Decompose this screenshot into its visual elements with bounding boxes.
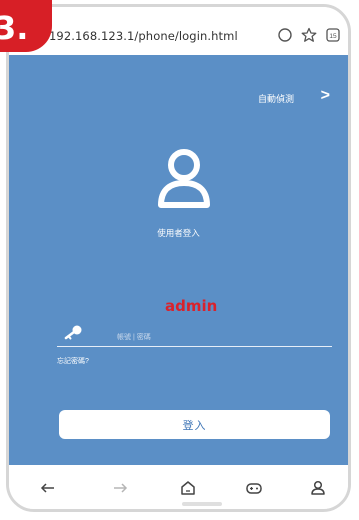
star-icon[interactable] — [301, 27, 317, 43]
gamepad-icon[interactable] — [245, 479, 263, 497]
password-underline — [57, 346, 332, 347]
auto-detect-label[interactable]: 自動偵測 — [258, 92, 294, 105]
browser-address-bar: 192.168.123.1/phone/login.html 15 — [9, 7, 348, 55]
url-text[interactable]: 192.168.123.1/phone/login.html — [49, 29, 238, 43]
user-icon — [158, 149, 210, 208]
forward-arrow-icon[interactable] — [111, 479, 129, 497]
key-icon — [64, 325, 82, 340]
login-title: 使用者登入 — [157, 228, 200, 238]
chevron-right-icon[interactable]: > — [321, 87, 330, 105]
admin-username-annotation: admin — [165, 297, 218, 315]
profile-icon[interactable] — [309, 479, 327, 497]
home-icon[interactable] — [179, 479, 197, 497]
tab-count: 15 — [329, 33, 337, 40]
phone-frame: 192.168.123.1/phone/login.html 15 自動偵測 >… — [6, 4, 351, 512]
forgot-password-link[interactable]: 忘記密碼? — [57, 356, 89, 366]
back-arrow-icon[interactable] — [39, 479, 57, 497]
login-button[interactable]: 登入 — [59, 410, 330, 439]
step-number-badge: 3. — [0, 0, 52, 52]
tabs-icon[interactable]: 15 — [325, 27, 341, 43]
login-screen: 自動偵測 > 使用者登入 admin 帳號 | 密碼 忘記密碼? 登入 — [9, 55, 348, 465]
home-indicator — [182, 502, 222, 506]
password-field[interactable]: 帳號 | 密碼 — [117, 332, 151, 342]
circle-icon[interactable] — [277, 27, 293, 43]
browser-nav-bar — [9, 465, 348, 509]
step-number: 3. — [0, 9, 29, 47]
